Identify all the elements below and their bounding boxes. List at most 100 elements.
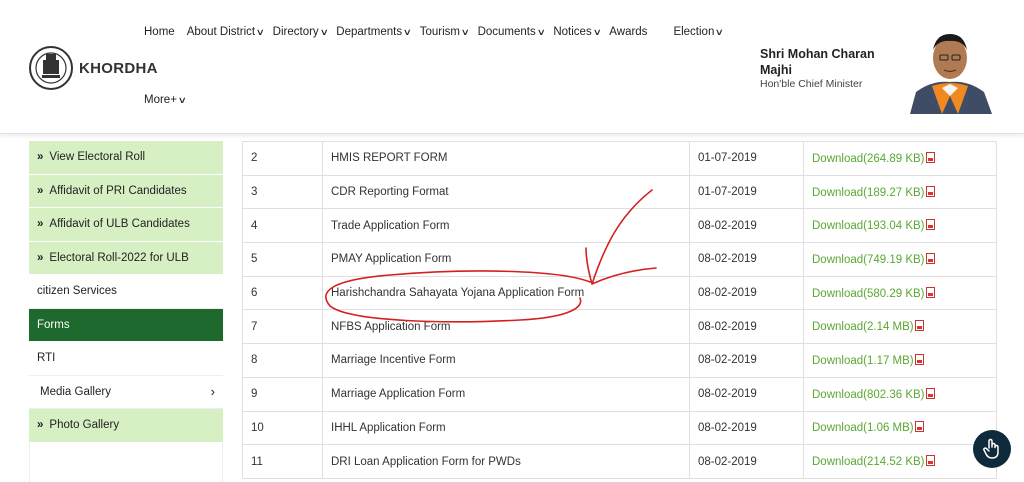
row-number-cell: 11	[242, 444, 323, 479]
sidebar-item-label: Electoral Roll-2022 for ULB	[49, 251, 189, 264]
nav-item-home[interactable]: Home	[144, 26, 175, 38]
sidebar-item-label: RTI	[37, 352, 56, 365]
pdf-icon[interactable]	[925, 455, 935, 467]
district-emblem-logo[interactable]	[28, 44, 74, 92]
sidebar-item-view-electoral-roll[interactable]: » View Electoral Roll	[29, 141, 223, 175]
form-title-cell: Harishchandra Sahayata Yojana Applicatio…	[322, 275, 690, 311]
form-date: 08-02-2019	[698, 354, 757, 367]
download-link-cell[interactable]: Download(1.06 MB)	[803, 410, 997, 446]
download-link[interactable]: Download(580.29 KB)	[812, 288, 925, 300]
download-link[interactable]: Download(264.89 KB)	[812, 153, 925, 165]
nav-item-notices[interactable]: Notices ∨	[553, 26, 602, 38]
download-link-cell[interactable]: Download(580.29 KB)	[803, 275, 997, 311]
row-number-cell: 2	[242, 141, 323, 176]
sidebar-item-photo-gallery[interactable]: » Photo Gallery	[29, 409, 223, 443]
form-title: PMAY Application Form	[331, 253, 452, 266]
form-date: 08-02-2019	[698, 455, 757, 468]
form-title: DRI Loan Application Form for PWDs	[331, 455, 521, 468]
nav-item-label: Documents	[477, 26, 536, 38]
chevron-down-icon: ∨	[592, 26, 602, 37]
download-link[interactable]: Download(802.36 KB)	[812, 389, 925, 401]
nav-item-awards[interactable]: Awards	[609, 26, 647, 38]
row-number-cell: 5	[242, 242, 323, 277]
row-number-cell: 10	[242, 410, 323, 446]
accessibility-fab[interactable]	[973, 430, 1011, 468]
sidebar-item-forms[interactable]: Forms	[29, 308, 223, 342]
sidebar-item-citizen-services[interactable]: citizen Services	[29, 275, 223, 309]
download-link-cell[interactable]: Download(2.14 MB)	[803, 309, 997, 345]
form-date: 08-02-2019	[698, 421, 757, 434]
download-link-cell[interactable]: Download(264.89 KB)	[803, 141, 997, 176]
form-title-cell: Marriage Application Form	[322, 376, 690, 412]
form-date-cell: 08-02-2019	[689, 275, 804, 311]
form-date: 01-07-2019	[698, 186, 757, 199]
sidebar-item-media-gallery[interactable]: Media Gallery ›	[29, 375, 223, 409]
download-link[interactable]: Download(1.17 MB)	[812, 355, 914, 367]
sidebar-item-rti[interactable]: RTI	[29, 342, 223, 376]
chevron-down-icon: ∨	[715, 26, 725, 37]
nav-item-directory[interactable]: Directory ∨	[273, 26, 329, 38]
download-link-cell[interactable]: Download(193.04 KB)	[803, 208, 997, 244]
row-number: 8	[251, 354, 258, 367]
row-number-cell: 8	[242, 343, 323, 378]
form-title: Marriage Incentive Form	[331, 354, 456, 367]
row-number-cell: 4	[242, 208, 323, 244]
row-number: 11	[251, 455, 263, 468]
chevron-down-icon: ∨	[536, 26, 546, 37]
pdf-icon[interactable]	[914, 320, 924, 332]
nav-item-label: About District	[186, 26, 256, 38]
pdf-icon[interactable]	[925, 185, 935, 197]
download-link[interactable]: Download(749.19 KB)	[812, 254, 925, 266]
nav-item-label: Notices	[553, 26, 592, 38]
download-link-cell[interactable]: Download(749.19 KB)	[803, 242, 997, 277]
table-row: 9 Marriage Application Form 08-02-2019 Down…	[242, 376, 997, 412]
nav-item-documents[interactable]: Documents ∨	[477, 26, 546, 38]
sidebar-item-label: View Electoral Roll	[49, 151, 146, 164]
pdf-icon[interactable]	[925, 151, 935, 163]
pdf-icon[interactable]	[925, 286, 935, 298]
double-chevron-right-icon: »	[37, 151, 44, 164]
download-link[interactable]: Download(214.52 KB)	[812, 456, 925, 468]
table-row: 10 IHHL Application Form 08-02-2019 Downloa…	[242, 410, 997, 446]
nav-more[interactable]: More+ ∨	[144, 94, 187, 106]
form-date: 08-02-2019	[698, 253, 757, 266]
nav-item-label: Tourism	[419, 26, 460, 38]
chief-minister-photo	[902, 22, 998, 114]
double-chevron-right-icon: »	[37, 419, 44, 432]
pdf-icon[interactable]	[925, 219, 935, 231]
sidebar-item-affidavit-of-ulb-candidates[interactable]: » Affidavit of ULB Candidates	[29, 208, 223, 242]
download-link-cell[interactable]: Download(189.27 KB)	[803, 174, 997, 210]
download-link[interactable]: Download(1.06 MB)	[812, 422, 914, 434]
nav-item-election[interactable]: Election ∨	[673, 26, 725, 38]
pdf-icon[interactable]	[925, 252, 935, 264]
site-header: KHORDHA Home About District ∨ Directory ∨ Dep…	[0, 0, 1024, 134]
nav-item-departments[interactable]: Departments ∨	[336, 26, 412, 38]
sidebar-item-affidavit-of-pri-candidates[interactable]: » Affidavit of PRI Candidates	[29, 174, 223, 208]
form-date-cell: 08-02-2019	[689, 376, 804, 412]
download-link-cell[interactable]: Download(214.52 KB)	[803, 444, 997, 479]
form-title-cell: Trade Application Form	[322, 208, 690, 244]
form-title-cell: IHHL Application Form	[322, 410, 690, 446]
pdf-icon[interactable]	[914, 353, 924, 365]
form-date-cell: 01-07-2019	[689, 141, 804, 176]
download-link[interactable]: Download(193.04 KB)	[812, 220, 925, 232]
sidebar-item-electoral-roll-2022-for-ulb[interactable]: » Electoral Roll-2022 for ULB	[29, 241, 223, 275]
form-title: Marriage Application Form	[331, 388, 466, 401]
chief-minister-title: Hon'ble Chief Minister	[760, 78, 863, 90]
nav-item-about-district[interactable]: About District ∨	[186, 26, 265, 38]
table-row: 4 Trade Application Form 08-02-2019 Downloa…	[242, 208, 997, 244]
nav-item-label: Awards	[609, 26, 648, 38]
download-link-cell[interactable]: Download(802.36 KB)	[803, 376, 997, 412]
pdf-icon[interactable]	[925, 387, 935, 399]
form-date-cell: 01-07-2019	[689, 174, 804, 210]
download-link[interactable]: Download(2.14 MB)	[812, 321, 914, 333]
download-link[interactable]: Download(189.27 KB)	[812, 187, 925, 199]
site-name[interactable]: KHORDHA	[79, 60, 158, 77]
download-link-cell[interactable]: Download(1.17 MB)	[803, 343, 997, 378]
table-row: 3 CDR Reporting Format 01-07-2019 Download(…	[242, 174, 997, 210]
form-title-cell: DRI Loan Application Form for PWDs	[322, 444, 690, 479]
form-title-cell: NFBS Application Form	[322, 309, 690, 345]
nav-item-tourism[interactable]: Tourism ∨	[419, 26, 470, 38]
form-date: 08-02-2019	[698, 320, 757, 333]
pdf-icon[interactable]	[914, 421, 924, 433]
